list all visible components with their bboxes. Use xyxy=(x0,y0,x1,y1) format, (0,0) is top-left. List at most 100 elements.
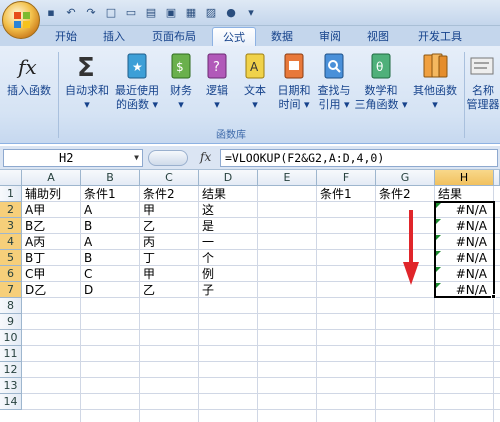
financial-button[interactable]: $ 财务 ▾ xyxy=(164,50,198,112)
tab-formulas[interactable]: 公式 xyxy=(212,27,256,46)
column-header-d[interactable]: D xyxy=(199,170,258,186)
row-header-4[interactable]: 4 xyxy=(0,234,22,250)
more-functions-button[interactable]: 其他函数 ▾ xyxy=(410,50,460,112)
cell-b7[interactable]: D xyxy=(81,282,139,298)
cell-d2[interactable]: 这 xyxy=(199,202,257,218)
preview-icon[interactable]: ▣ xyxy=(164,6,178,20)
column-header-f[interactable]: F xyxy=(317,170,376,186)
tab-data[interactable]: 数据 xyxy=(264,27,300,46)
ribbon-function-library: fx 插入函数 Σ 自动求和 ▾ ★ 最近使用 的函数 ▾ $ 财务 ▾ ? 逻… xyxy=(0,46,500,144)
cell-b1[interactable]: 条件1 xyxy=(81,186,139,202)
lookup-reference-button[interactable]: 查找与 引用 ▾ xyxy=(314,50,354,112)
recent-functions-button[interactable]: ★ 最近使用 的函数 ▾ xyxy=(112,50,162,112)
cell-d6[interactable]: 例 xyxy=(199,266,257,282)
redo-icon[interactable]: ↷ xyxy=(84,6,98,20)
cell-g1[interactable]: 条件2 xyxy=(376,186,434,202)
tab-view[interactable]: 视图 xyxy=(360,27,396,46)
cell-c3[interactable]: 乙 xyxy=(140,218,198,234)
row-header-2[interactable]: 2 xyxy=(0,202,22,218)
row-header-10[interactable]: 10 xyxy=(0,330,22,346)
text-button[interactable]: A 文本 ▾ xyxy=(238,50,272,112)
worksheet-grid[interactable]: A B C D E F G H 1 2 3 4 5 6 7 8 9 10 11 … xyxy=(0,170,500,422)
office-button[interactable] xyxy=(2,1,40,39)
column-header-h[interactable]: H xyxy=(435,170,494,186)
open-file-icon[interactable]: ▭ xyxy=(124,6,138,20)
chart-icon[interactable]: ▦ xyxy=(184,6,198,20)
row-header-9[interactable]: 9 xyxy=(0,314,22,330)
row-header-3[interactable]: 3 xyxy=(0,218,22,234)
cell-a7[interactable]: D乙 xyxy=(22,282,80,298)
row-header-1[interactable]: 1 xyxy=(0,186,22,202)
cell-b5[interactable]: B xyxy=(81,250,139,266)
cell-c1[interactable]: 条件2 xyxy=(140,186,198,202)
quick-access-toolbar: ▪ ↶ ↷ □ ▭ ▤ ▣ ▦ ▨ ● ▾ xyxy=(44,4,258,22)
cell-b4[interactable]: A xyxy=(81,234,139,250)
row-header-11[interactable]: 11 xyxy=(0,346,22,362)
gridline xyxy=(22,361,500,362)
column-header-c[interactable]: C xyxy=(140,170,199,186)
undo-icon[interactable]: ↶ xyxy=(64,6,78,20)
autosum-button[interactable]: Σ 自动求和 ▾ xyxy=(62,50,112,112)
cell-f1[interactable]: 条件1 xyxy=(317,186,375,202)
tab-insert[interactable]: 插入 xyxy=(96,27,132,46)
cell-a2[interactable]: A甲 xyxy=(22,202,80,218)
row-header-7[interactable]: 7 xyxy=(0,282,22,298)
row-header-8[interactable]: 8 xyxy=(0,298,22,314)
cell-a3[interactable]: B乙 xyxy=(22,218,80,234)
shape-icon[interactable]: ● xyxy=(224,6,238,20)
logical-button[interactable]: ? 逻辑 ▾ xyxy=(200,50,234,112)
name-box[interactable]: H2 ▼ xyxy=(3,149,143,167)
cell-d7[interactable]: 子 xyxy=(199,282,257,298)
cell-a4[interactable]: A丙 xyxy=(22,234,80,250)
row-header-12[interactable]: 12 xyxy=(0,362,22,378)
cell-a6[interactable]: C甲 xyxy=(22,266,80,282)
cell-b3[interactable]: B xyxy=(81,218,139,234)
formula-input[interactable]: =VLOOKUP(F2&G2,A:D,4,0) xyxy=(220,149,498,167)
cell-d4[interactable]: 一 xyxy=(199,234,257,250)
tab-home[interactable]: 开始 xyxy=(48,27,84,46)
print-icon[interactable]: ▤ xyxy=(144,6,158,20)
cell-b2[interactable]: A xyxy=(81,202,139,218)
cell-a5[interactable]: B丁 xyxy=(22,250,80,266)
cell-a1[interactable]: 辅助列 xyxy=(22,186,80,202)
row-header-6[interactable]: 6 xyxy=(0,266,22,282)
column-header-b[interactable]: B xyxy=(81,170,140,186)
new-file-icon[interactable]: □ xyxy=(104,6,118,20)
name-manager-button[interactable]: 名称 管理器 xyxy=(466,50,500,112)
tab-review[interactable]: 审阅 xyxy=(312,27,348,46)
image-icon[interactable]: ▨ xyxy=(204,6,218,20)
fill-handle[interactable] xyxy=(491,294,496,299)
insert-function-button[interactable]: fx 插入函数 xyxy=(4,50,54,98)
customize-qat-icon[interactable]: ▾ xyxy=(244,6,258,20)
datetime-book-icon xyxy=(284,53,304,79)
cell-c5[interactable]: 丁 xyxy=(140,250,198,266)
column-header-a[interactable]: A xyxy=(22,170,81,186)
row-header-5[interactable]: 5 xyxy=(0,250,22,266)
cell-d5[interactable]: 个 xyxy=(199,250,257,266)
insert-function-fx-label[interactable]: fx xyxy=(200,150,211,164)
cell-d1[interactable]: 结果 xyxy=(199,186,257,202)
gridline xyxy=(22,345,500,346)
cell-c4[interactable]: 丙 xyxy=(140,234,198,250)
name-manager-icon xyxy=(470,57,494,75)
row-header-14[interactable]: 14 xyxy=(0,394,22,410)
tab-developer[interactable]: 开发工具 xyxy=(410,27,470,46)
cell-c2[interactable]: 甲 xyxy=(140,202,198,218)
cell-c6[interactable]: 甲 xyxy=(140,266,198,282)
tab-page-layout[interactable]: 页面布局 xyxy=(144,27,204,46)
cell-h1[interactable]: 结果 xyxy=(435,186,493,202)
row-header-13[interactable]: 13 xyxy=(0,378,22,394)
cell-d3[interactable]: 是 xyxy=(199,218,257,234)
math-trig-button[interactable]: θ 数学和 三角函数 ▾ xyxy=(354,50,408,112)
column-header-e[interactable]: E xyxy=(258,170,317,186)
cell-c7[interactable]: 乙 xyxy=(140,282,198,298)
select-all-corner[interactable] xyxy=(0,170,22,186)
column-header-g[interactable]: G xyxy=(376,170,435,186)
formula-bar-resize-knob[interactable] xyxy=(148,150,188,166)
date-time-button[interactable]: 日期和 时间 ▾ xyxy=(274,50,314,112)
gridline xyxy=(257,186,258,422)
cell-b6[interactable]: C xyxy=(81,266,139,282)
more-functions-book-icon xyxy=(423,53,448,78)
save-icon[interactable]: ▪ xyxy=(44,6,58,20)
name-box-dropdown-icon[interactable]: ▼ xyxy=(134,150,139,166)
